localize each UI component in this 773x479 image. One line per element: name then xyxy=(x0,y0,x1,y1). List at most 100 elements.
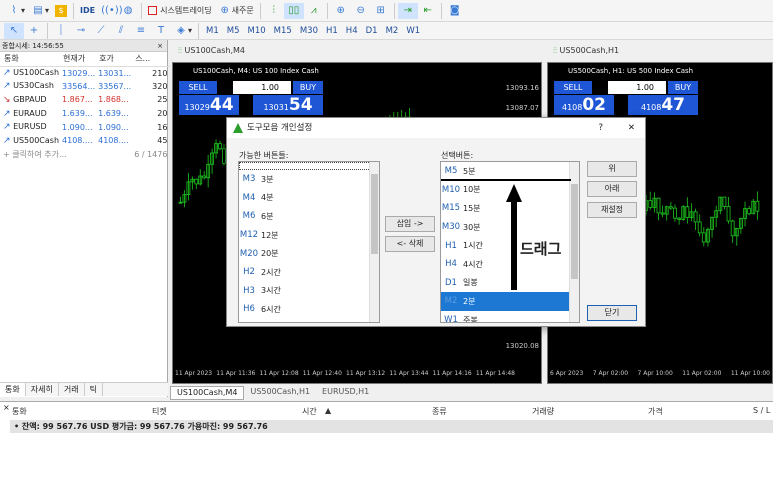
dollar-button[interactable]: $ xyxy=(52,3,70,19)
add-symbol-row[interactable]: + 클릭하여 추가... 6 / 1476 xyxy=(0,148,170,162)
market-watch-row[interactable]: ↗ EURUSD 1.090... 1.090... 16 xyxy=(0,120,170,134)
autoscroll-button[interactable]: ⇥ xyxy=(397,2,418,19)
tab-symbols[interactable]: 통화 xyxy=(0,383,26,396)
template-button[interactable]: ▤ ▾ xyxy=(28,3,52,19)
chart-tab-eurusd[interactable]: EURUSD,H1 xyxy=(316,386,375,400)
col-symbol[interactable]: 통화 xyxy=(12,406,27,417)
tf-w1[interactable]: W1 xyxy=(402,26,424,36)
chart2-titlebar[interactable]: ⫶⫶ US500Cash,H1 xyxy=(545,44,773,57)
list-item[interactable]: D1 일봉 xyxy=(441,274,579,293)
chart1-titlebar[interactable]: ⫶⫶ US100Cash,M4 xyxy=(170,44,542,57)
candle-chart-button[interactable]: ▯▯ xyxy=(283,2,304,19)
chart1-buy-price[interactable]: 1303154 xyxy=(253,95,323,115)
available-scrollbar[interactable] xyxy=(369,162,379,322)
symbol-cell[interactable]: ↗ EURUSD xyxy=(0,120,59,134)
col-sl[interactable]: S / L xyxy=(753,406,770,415)
list-item[interactable]: M12 12분 xyxy=(239,226,379,245)
tf-m5[interactable]: M5 xyxy=(223,26,244,36)
channel-button[interactable]: ⫽ xyxy=(111,23,131,39)
symbol-cell[interactable]: ↗ US100Cash xyxy=(0,66,59,80)
insert-button[interactable]: 삽입 -> xyxy=(385,216,435,232)
chart2-lot-input[interactable]: 1.00 xyxy=(608,81,666,94)
shapes-button[interactable]: ◈ ▾ xyxy=(171,23,195,39)
chart-tab-us100[interactable]: US100Cash,M4 xyxy=(170,386,245,400)
zoom-in-button[interactable]: ⊕ xyxy=(331,3,351,19)
market-watch-row[interactable]: ↗ US30Cash 33564... 33567... 320 xyxy=(0,80,170,94)
col-type[interactable]: 종류 xyxy=(432,406,447,417)
col-spread[interactable]: 스... xyxy=(131,52,171,67)
tf-d1[interactable]: D1 xyxy=(362,26,382,36)
chart1-lot-input[interactable]: 1.00 xyxy=(233,81,291,94)
line-chart-button[interactable]: ⩘ xyxy=(304,3,324,19)
chart2-sell-button[interactable]: SELL xyxy=(554,81,592,94)
tf-m2[interactable]: M2 xyxy=(382,26,403,36)
chart2-sell-price[interactable]: 410802 xyxy=(554,95,614,115)
list-item[interactable]: M20 20분 xyxy=(239,244,379,263)
market-button[interactable]: ◍ xyxy=(118,3,138,19)
col-symbol[interactable]: 통화 xyxy=(0,52,60,67)
selected-scrollbar[interactable] xyxy=(569,162,579,322)
cursor-button[interactable]: ↖ xyxy=(4,22,24,39)
chart-shift-button[interactable]: ⇤ xyxy=(418,3,438,19)
chart2-buy-button[interactable]: BUY xyxy=(668,81,698,94)
tile-button[interactable]: ⊞ xyxy=(371,3,391,19)
close-button[interactable]: 닫기 xyxy=(587,305,637,321)
tab-trading[interactable]: 거래 xyxy=(59,383,85,396)
chart2-buy-price[interactable]: 410847 xyxy=(628,95,698,115)
reset-button[interactable]: 재설정 xyxy=(587,202,637,218)
market-watch-row[interactable]: ↗ US500Cash 4108.... 4108.... 45 xyxy=(0,134,170,148)
add-symbol-label[interactable]: 클릭하여 추가... xyxy=(12,150,66,159)
chart1-sell-price[interactable]: 1302944 xyxy=(179,95,239,115)
list-item[interactable]: M3 3분 xyxy=(239,170,379,189)
dialog-titlebar[interactable]: 도구모음 개인설정 ? ✕ xyxy=(227,118,645,138)
up-button[interactable]: 위 xyxy=(587,161,637,177)
chart1-sell-button[interactable]: SELL xyxy=(179,81,217,94)
list-item[interactable]: M30 30분 xyxy=(441,218,579,237)
text-button[interactable]: T xyxy=(151,23,171,39)
list-item[interactable]: M4 4분 xyxy=(239,189,379,208)
algo-trading-button[interactable]: 시스템트레이딩 xyxy=(145,3,215,19)
vertical-line-button[interactable]: ⏐ xyxy=(51,23,71,39)
screenshot-button[interactable]: ◙ xyxy=(445,3,465,19)
col-bid[interactable]: 현재가 xyxy=(59,52,96,67)
list-item[interactable]: H3 3시간 xyxy=(239,282,379,301)
symbol-cell[interactable]: ↗ US500Cash xyxy=(0,134,59,148)
trendline-button[interactable]: ⟋ xyxy=(91,23,111,39)
tf-m15[interactable]: M15 xyxy=(270,26,296,36)
tf-m1[interactable]: M1 xyxy=(202,26,223,36)
col-ticket[interactable]: 티켓 xyxy=(152,406,167,417)
signal-button[interactable]: ((•)) xyxy=(98,3,123,19)
market-watch-row[interactable]: ↘ GBPAUD 1.867... 1.868... 25 xyxy=(0,93,170,107)
help-button[interactable]: ? xyxy=(598,118,603,138)
close-icon[interactable]: × xyxy=(157,40,163,52)
col-time[interactable]: 시간 xyxy=(302,406,317,417)
col-ask[interactable]: 호가 xyxy=(95,52,132,67)
crosshair-button[interactable]: + xyxy=(24,23,44,39)
list-item[interactable]: M5 5분 xyxy=(441,162,579,181)
horizontal-line-button[interactable]: ⊸ xyxy=(71,23,91,39)
tf-h4[interactable]: H4 xyxy=(342,26,362,36)
fibo-button[interactable]: ≡ xyxy=(131,23,151,39)
tab-ticks[interactable]: 틱 xyxy=(85,383,103,396)
scrollbar-thumb[interactable] xyxy=(371,174,378,254)
zoom-out-button[interactable]: ⊖ xyxy=(351,3,371,19)
tab-details[interactable]: 자세히 xyxy=(26,383,59,396)
ide-button[interactable]: IDE xyxy=(77,3,98,19)
available-list[interactable]: M3 3분 M4 4분 M6 6분 M12 12분 M20 20분 H2 2시간 H3 3시간 H6 6시간 xyxy=(238,161,380,323)
delete-button[interactable]: <- 삭제 xyxy=(385,236,435,252)
list-item[interactable]: M2 2분 xyxy=(441,292,579,311)
list-item[interactable]: H2 2시간 xyxy=(239,263,379,282)
new-order-button[interactable]: ⊕ 새주문 xyxy=(215,3,257,19)
chart-tab-us500[interactable]: US500Cash,H1 xyxy=(244,386,316,400)
chart-type-button[interactable]: ⌇ ▾ xyxy=(4,3,28,19)
close-icon[interactable]: × xyxy=(3,403,10,412)
symbol-cell[interactable]: ↗ EURAUD xyxy=(0,107,59,121)
symbol-cell[interactable]: ↗ US30Cash xyxy=(0,80,59,94)
list-item[interactable] xyxy=(239,162,379,170)
dialog-close-button[interactable]: ✕ xyxy=(628,118,635,138)
chart1-buy-button[interactable]: BUY xyxy=(293,81,323,94)
col-price[interactable]: 가격 xyxy=(648,406,663,417)
bar-chart-button[interactable]: ⫶ xyxy=(264,3,284,19)
scrollbar-thumb[interactable] xyxy=(571,184,578,279)
tf-m10[interactable]: M10 xyxy=(244,26,270,36)
